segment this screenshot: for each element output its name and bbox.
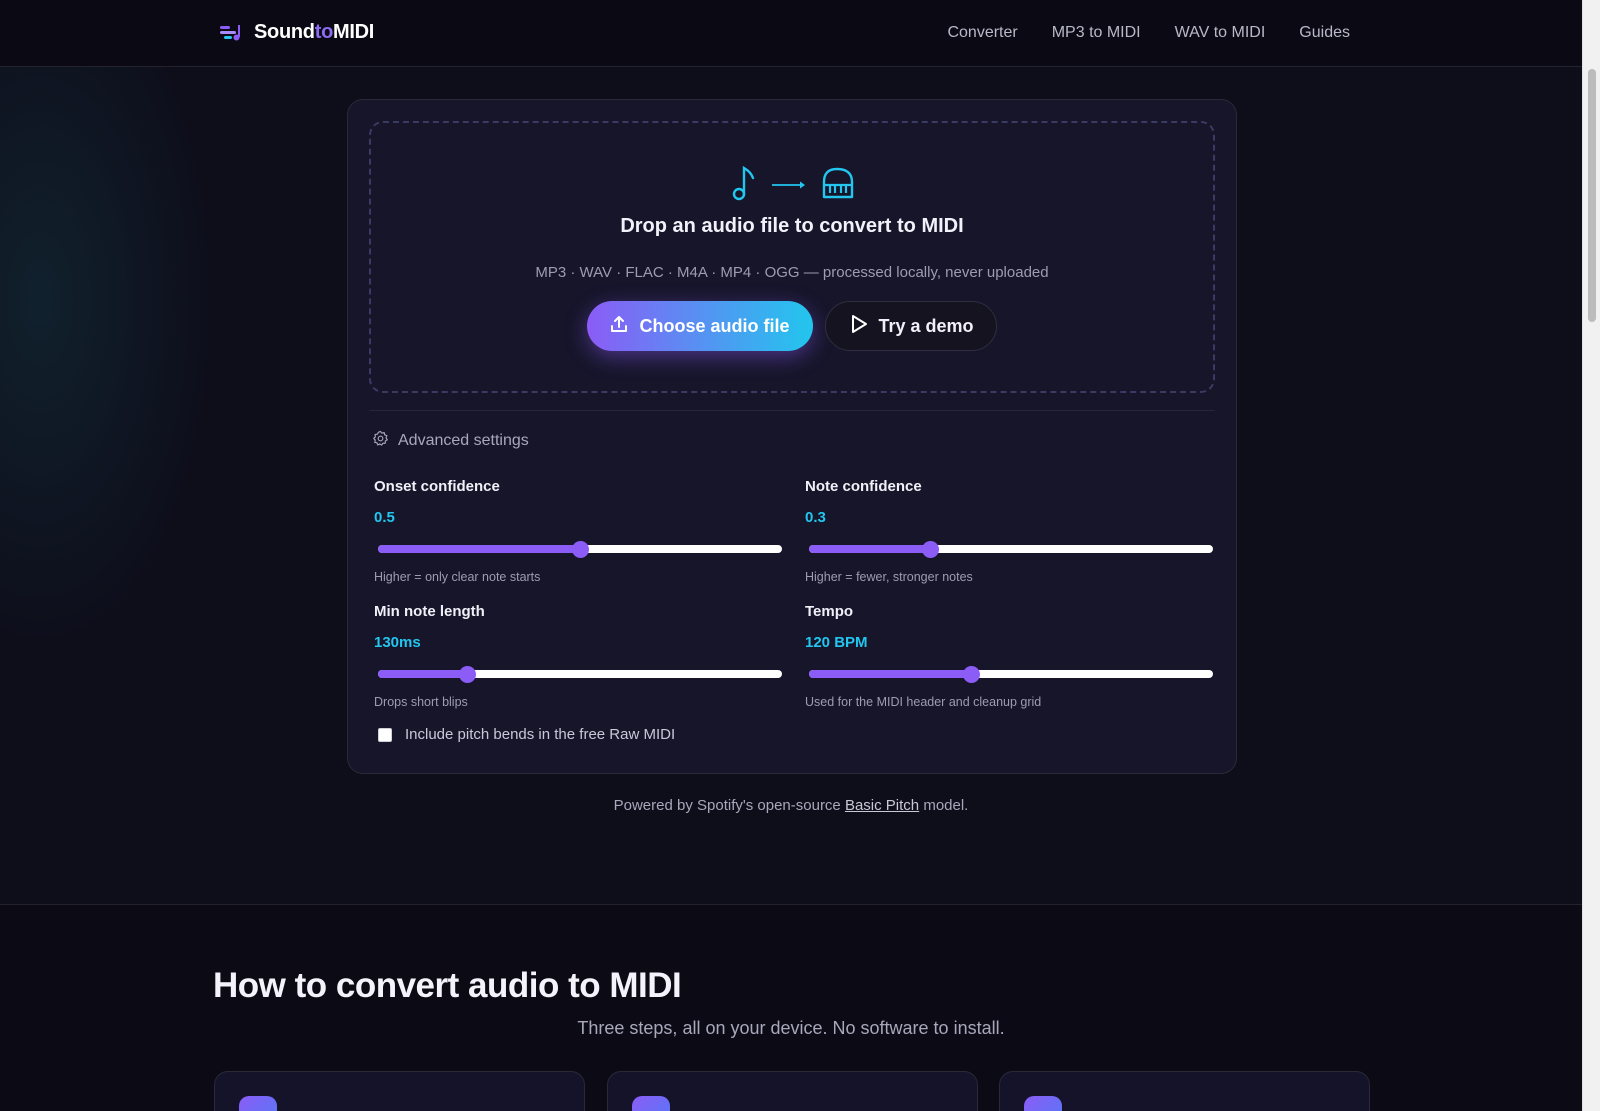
nav-link-wav-to-midi[interactable]: WAV to MIDI — [1175, 24, 1266, 42]
step-number-badge — [632, 1096, 670, 1111]
onset-confidence-slider[interactable] — [374, 540, 782, 558]
nav-link-converter[interactable]: Converter — [947, 24, 1017, 42]
page: SoundtoMIDI Converter MP3 to MIDI WAV to… — [0, 0, 1582, 1111]
tempo-setting: Tempo 120 BPM Used for the MIDI header a… — [805, 603, 1213, 709]
top-navigation-bar: SoundtoMIDI Converter MP3 to MIDI WAV to… — [0, 0, 1582, 67]
powered-by-note: Powered by Spotify's open-source Basic P… — [613, 797, 969, 814]
dropzone-actions: Choose audio file Try a demo — [371, 301, 1213, 351]
converter-card: Drop an audio file to convert to MIDI MP… — [347, 99, 1237, 774]
settings-divider — [369, 410, 1215, 411]
onset-confidence-hint: Higher = only clear note starts — [374, 570, 541, 584]
music-note-icon — [729, 165, 757, 206]
note-confidence-hint: Higher = fewer, stronger notes — [805, 570, 973, 584]
pitch-bends-option[interactable]: Include pitch bends in the free Raw MIDI — [378, 726, 675, 743]
pitch-bends-label: Include pitch bends in the free Raw MIDI — [405, 726, 676, 743]
step-card-1 — [214, 1071, 585, 1111]
slider-thumb[interactable] — [572, 541, 589, 558]
play-icon — [850, 314, 868, 339]
upload-icon — [609, 314, 629, 339]
tempo-hint: Used for the MIDI header and cleanup gri… — [805, 695, 1042, 709]
tempo-slider[interactable] — [805, 665, 1213, 683]
step-card-2 — [607, 1071, 978, 1111]
slider-thumb[interactable] — [962, 666, 980, 683]
advanced-settings-toggle[interactable]: Advanced settings — [372, 430, 529, 452]
arrow-right-icon — [771, 177, 807, 195]
main-nav: Converter MP3 to MIDI WAV to MIDI Guides — [947, 24, 1350, 42]
step-number-badge — [1024, 1096, 1062, 1111]
brand-name: SoundtoMIDI — [254, 20, 375, 43]
nav-link-mp3-to-midi[interactable]: MP3 to MIDI — [1052, 24, 1141, 42]
step-number-badge — [239, 1096, 277, 1111]
advanced-settings-label: Advanced settings — [398, 432, 529, 449]
basic-pitch-link[interactable]: Basic Pitch — [845, 797, 919, 814]
audio-dropzone[interactable]: Drop an audio file to convert to MIDI MP… — [369, 121, 1215, 393]
brand[interactable]: SoundtoMIDI — [220, 20, 374, 44]
try-demo-button[interactable]: Try a demo — [825, 301, 997, 351]
note-confidence-slider[interactable] — [805, 540, 1213, 558]
gear-icon — [372, 430, 389, 452]
nav-link-guides[interactable]: Guides — [1299, 24, 1350, 42]
min-note-length-hint: Drops short blips — [374, 695, 468, 709]
min-note-length-value: 130ms — [374, 634, 421, 651]
onset-confidence-label: Onset confidence — [374, 478, 500, 495]
slider-thumb[interactable] — [458, 666, 476, 683]
choose-audio-file-label: Choose audio file — [639, 315, 790, 336]
tempo-value: 120 BPM — [805, 634, 868, 651]
dropzone-icons — [371, 165, 1213, 206]
scrollbar-thumb[interactable] — [1588, 69, 1596, 322]
min-note-length-slider[interactable] — [374, 665, 782, 683]
min-note-length-setting: Min note length 130ms Drops short blips — [374, 603, 782, 709]
piano-icon — [821, 166, 855, 205]
dropzone-formats: MP3 · WAV · FLAC · M4A · MP4 · OGG — pro… — [535, 264, 1049, 281]
pitch-bends-checkbox[interactable] — [378, 727, 392, 742]
dropzone-title: Drop an audio file to convert to MIDI — [620, 215, 964, 237]
onset-confidence-setting: Onset confidence 0.5 Higher = only clear… — [374, 478, 782, 584]
how-to-subheading: Three steps, all on your device. No soft… — [577, 1018, 1005, 1038]
page-scrollbar[interactable] — [1582, 0, 1600, 1111]
note-confidence-setting: Note confidence 0.3 Higher = fewer, stro… — [805, 478, 1213, 584]
step-card-3 — [999, 1071, 1370, 1111]
choose-audio-file-button[interactable]: Choose audio file — [587, 301, 814, 351]
note-confidence-value: 0.3 — [805, 509, 826, 526]
brand-logo-icon — [220, 20, 244, 44]
onset-confidence-value: 0.5 — [374, 509, 395, 526]
try-demo-label: Try a demo — [878, 315, 974, 336]
note-confidence-label: Note confidence — [805, 478, 922, 495]
slider-thumb[interactable] — [922, 541, 940, 558]
min-note-length-label: Min note length — [374, 603, 485, 620]
tempo-label: Tempo — [805, 603, 854, 620]
how-to-heading: How to convert audio to MIDI — [213, 966, 682, 1005]
